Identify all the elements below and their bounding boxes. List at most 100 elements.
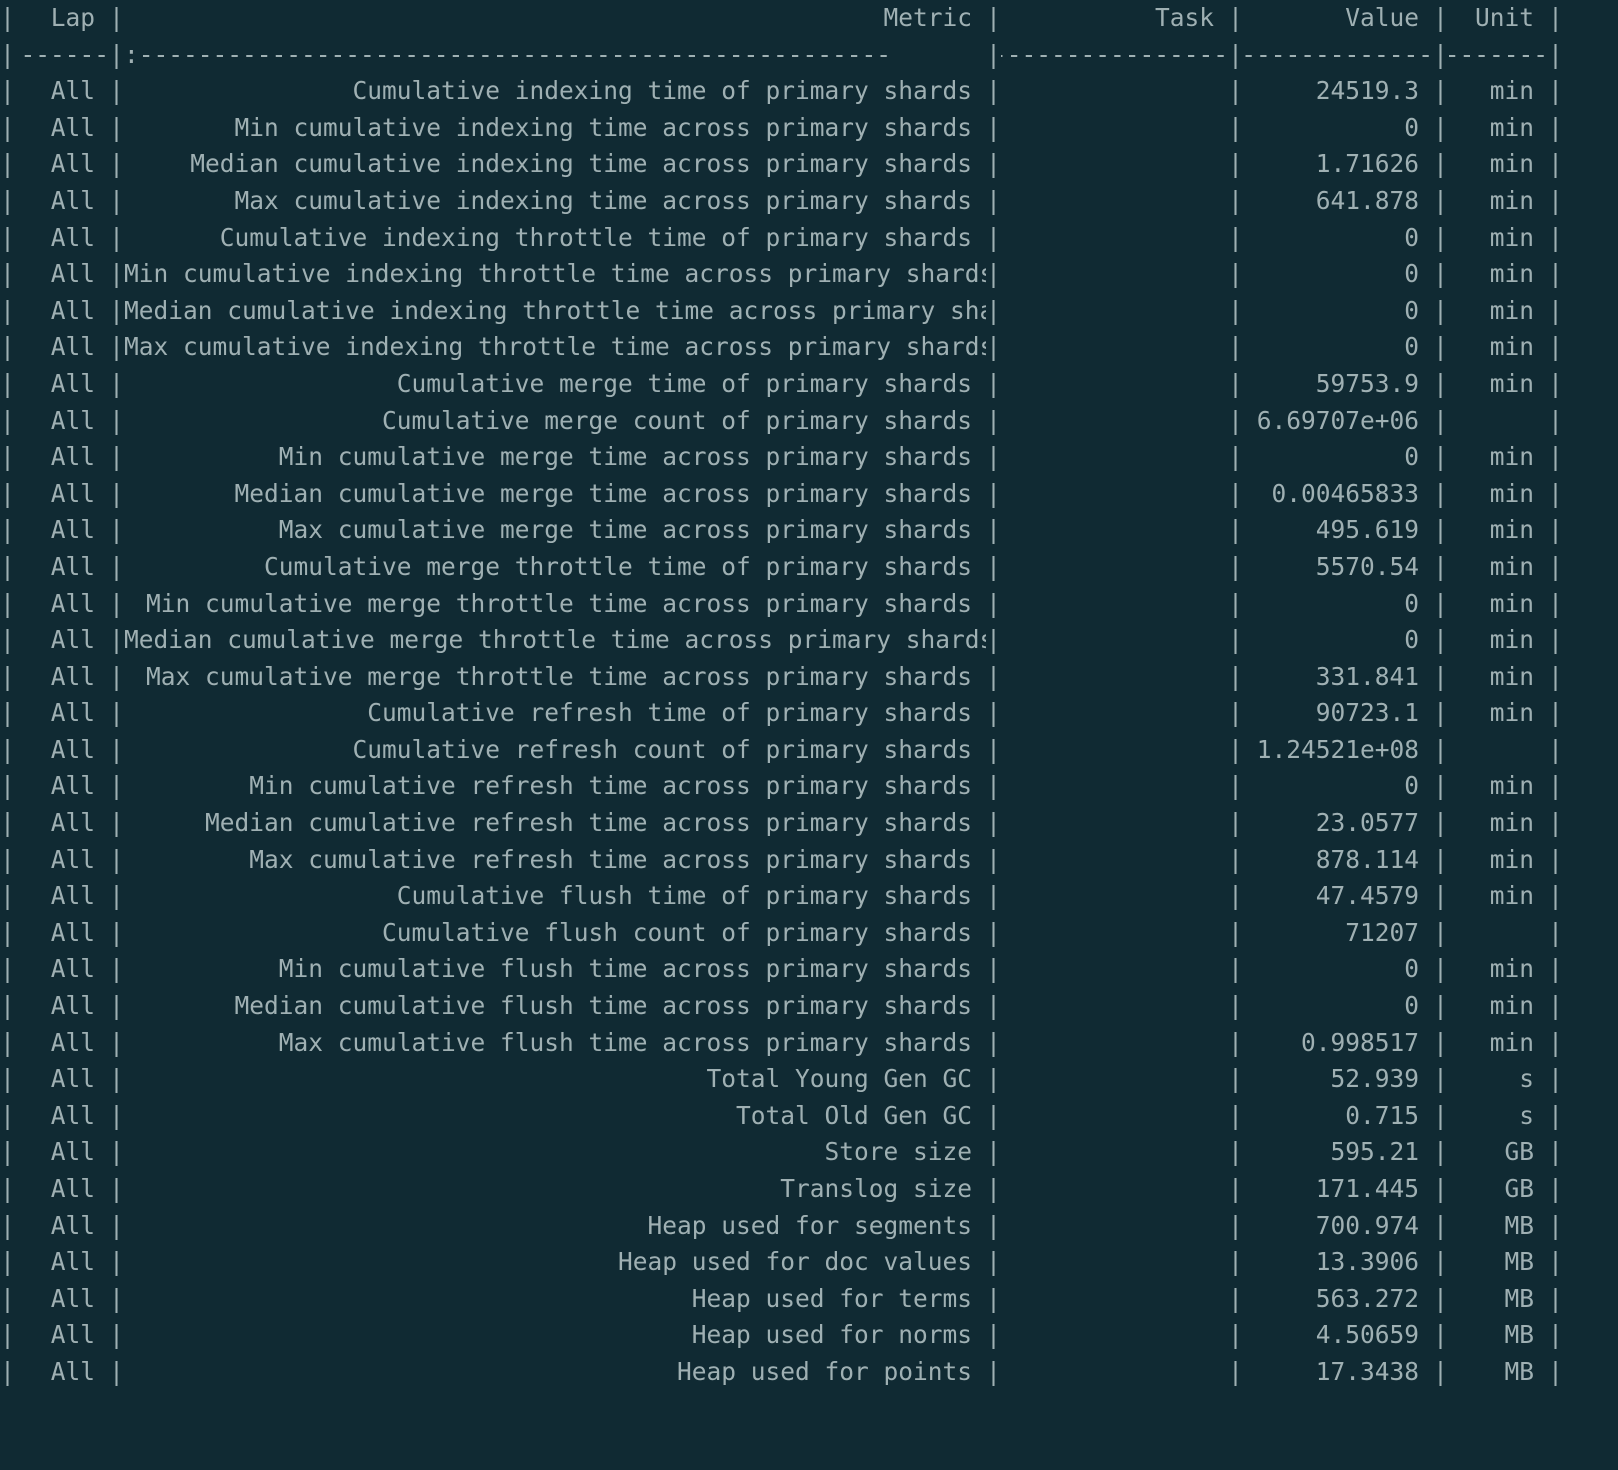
pipe-divider: | xyxy=(109,76,124,106)
cell-value: 0 xyxy=(1404,954,1419,984)
table-row: | All | Store size | | 595.21 | GB | xyxy=(0,1134,1618,1171)
cell-metric: Median cumulative merge throttle time ac… xyxy=(124,625,986,655)
pipe-divider: | xyxy=(1433,1100,1448,1130)
pipe-divider: | xyxy=(1228,3,1243,32)
cell-unit: min xyxy=(1489,698,1534,728)
pipe-divider: | xyxy=(0,588,15,618)
cell-unit: MB xyxy=(1504,1320,1534,1350)
pipe-divider: | xyxy=(1548,442,1563,472)
cell-value: 641.878 xyxy=(1315,185,1419,215)
cell-lap: All xyxy=(50,1283,95,1313)
pipe-divider: | xyxy=(109,1027,124,1057)
cell-metric: Median cumulative indexing time across p… xyxy=(190,149,972,179)
cell-unit: min xyxy=(1489,1027,1534,1057)
pipe-divider: | xyxy=(0,185,15,215)
table-row: | All | Heap used for points | | 17.3438 | MB | xyxy=(0,1354,1618,1391)
cell-lap: All xyxy=(50,1027,95,1057)
pipe-divider: | xyxy=(986,405,1001,435)
cell-value: 4.50659 xyxy=(1315,1320,1419,1350)
pipe-divider: | xyxy=(1548,222,1563,252)
pipe-divider: | xyxy=(1548,185,1563,215)
pipe-divider: | xyxy=(1548,991,1563,1021)
pipe-divider: | xyxy=(986,1356,1001,1386)
cell-lap: All xyxy=(50,1100,95,1130)
pipe-divider: | xyxy=(1228,442,1243,472)
pipe-divider: | xyxy=(1548,76,1563,106)
cell-unit: min xyxy=(1489,112,1534,142)
table-row: | All | Cumulative merge count of primary s… xyxy=(0,403,1618,440)
table-row: | All | Min cumulative refresh time across … xyxy=(0,768,1618,805)
pipe-divider: | xyxy=(1548,112,1563,142)
pipe-divider: | xyxy=(1228,808,1243,838)
cell-metric: Max cumulative refresh time across prima… xyxy=(249,844,972,874)
pipe-divider: | xyxy=(1548,1210,1563,1240)
cell-metric: Cumulative flush count of primary shards xyxy=(381,917,972,947)
pipe-divider: | xyxy=(986,808,1001,838)
pipe-divider: | xyxy=(1548,259,1563,289)
separator-metric: ----------------------------------------… xyxy=(124,39,892,69)
cell-unit: GB xyxy=(1504,1174,1534,1203)
pipe-divider: | xyxy=(1548,478,1563,508)
pipe-divider: | xyxy=(0,991,15,1021)
cell-lap: All xyxy=(50,881,95,911)
cell-metric: Cumulative refresh time of primary shard… xyxy=(367,698,972,728)
cell-lap: All xyxy=(50,368,95,398)
terminal-output: | Lap | Metric | Task | Value | Unit | |… xyxy=(0,0,1618,1470)
separator-unit: -------: xyxy=(1448,39,1548,69)
table-row: | All | Min cumulative merge throttle time … xyxy=(0,586,1618,623)
pipe-divider: | xyxy=(1433,112,1448,142)
pipe-divider: | xyxy=(109,1320,124,1350)
pipe-divider: | xyxy=(1548,3,1563,32)
pipe-divider: | xyxy=(109,954,124,984)
cell-lap: All xyxy=(50,112,95,142)
pipe-divider: | xyxy=(1228,332,1243,362)
pipe-divider: | xyxy=(1433,442,1448,472)
cell-lap: All xyxy=(50,1137,95,1167)
cell-metric: Max cumulative indexing time across prim… xyxy=(234,185,972,215)
table-body: | All | Cumulative indexing time of primary… xyxy=(0,73,1618,1390)
cell-lap: All xyxy=(50,661,95,691)
cell-unit: MB xyxy=(1504,1247,1534,1277)
pipe-divider: | xyxy=(1433,76,1448,106)
pipe-divider: | xyxy=(109,734,124,764)
column-header-value: Value xyxy=(1345,3,1419,32)
pipe-divider: | xyxy=(1228,76,1243,106)
pipe-divider: | xyxy=(1548,368,1563,398)
pipe-divider: | xyxy=(1228,1356,1243,1386)
pipe-divider: | xyxy=(109,1174,124,1203)
pipe-divider: | xyxy=(1433,1137,1448,1167)
pipe-divider: | xyxy=(1548,844,1563,874)
pipe-divider: | xyxy=(1548,1064,1563,1094)
cell-value: 6.69707e+06 xyxy=(1256,405,1419,435)
table-row: | All | Cumulative refresh time of primary … xyxy=(0,695,1618,732)
table-row: | All | Heap used for norms | | 4.50659 | MB | xyxy=(0,1317,1618,1354)
table-row: | All | Median cumulative indexing throttle… xyxy=(0,293,1618,330)
cell-metric: Min cumulative flush time across primary… xyxy=(278,954,972,984)
cell-lap: All xyxy=(50,588,95,618)
pipe-divider: | xyxy=(0,734,15,764)
table-row: | All | Heap used for segments | | 700.974 | MB | xyxy=(0,1208,1618,1245)
cell-unit: min xyxy=(1489,478,1534,508)
pipe-divider: | xyxy=(109,588,124,618)
cell-metric: Max cumulative merge time across primary… xyxy=(278,515,972,545)
cell-metric: Cumulative indexing throttle time of pri… xyxy=(219,222,972,252)
cell-unit: min xyxy=(1489,332,1534,362)
cell-unit: min xyxy=(1489,76,1534,106)
pipe-divider: | xyxy=(1433,844,1448,874)
cell-lap: All xyxy=(50,991,95,1021)
pipe-divider: | xyxy=(1228,661,1243,691)
pipe-divider: | xyxy=(986,991,1001,1021)
cell-unit: s xyxy=(1519,1100,1534,1130)
cell-unit: min xyxy=(1489,808,1534,838)
pipe-divider: | xyxy=(1228,1027,1243,1057)
pipe-divider: | xyxy=(986,1210,1001,1240)
pipe-divider: | xyxy=(109,222,124,252)
pipe-divider: | xyxy=(1433,625,1448,655)
cell-value: 23.0577 xyxy=(1315,808,1419,838)
pipe-divider: | xyxy=(1433,698,1448,728)
pipe-divider: | xyxy=(1433,808,1448,838)
pipe-divider: | xyxy=(109,991,124,1021)
pipe-divider: | xyxy=(1228,844,1243,874)
pipe-divider: | xyxy=(986,1174,1001,1203)
pipe-divider: | xyxy=(1228,991,1243,1021)
